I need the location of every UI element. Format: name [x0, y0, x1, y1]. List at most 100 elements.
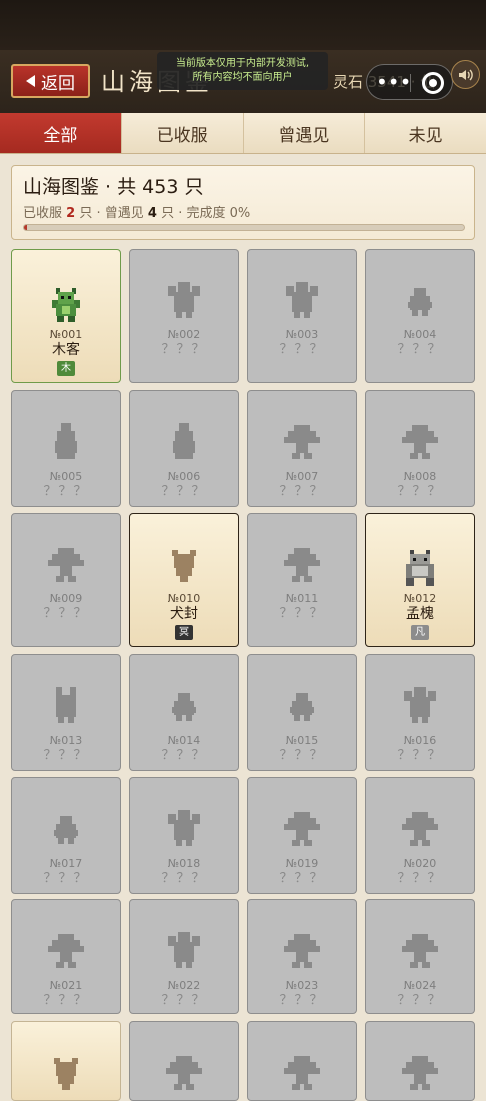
silhouette-winged-icon: [286, 282, 318, 318]
silhouette-tall-icon: [173, 423, 195, 459]
creature-card[interactable]: №011？？？: [247, 513, 357, 647]
silhouette-mushroom-icon: [284, 425, 320, 459]
creature-card[interactable]: №003？？？: [247, 249, 357, 383]
creature-number: №021: [49, 979, 83, 992]
creature-name: ？？？: [161, 484, 207, 499]
creature-name: ？？？: [279, 606, 325, 621]
creature-name: ？？？: [279, 484, 325, 499]
silhouette-small-icon: [172, 693, 196, 721]
silhouette-small-icon: [290, 693, 314, 721]
muke-sprite-icon: [52, 288, 80, 322]
creature-name: ？？？: [279, 871, 325, 886]
creature-name: ？？？: [43, 871, 89, 886]
creature-card[interactable]: №004？？？: [365, 249, 475, 383]
creature-number: №011: [285, 592, 319, 605]
creature-number: №024: [403, 979, 437, 992]
creature-card[interactable]: №024？？？: [365, 899, 475, 1014]
silhouette-eared-icon: [56, 687, 76, 723]
creature-number: №015: [285, 734, 319, 747]
creature-number: №023: [285, 979, 319, 992]
silhouette-mushroom-icon: [48, 934, 84, 968]
creature-name: ？？？: [43, 748, 89, 763]
creature-card[interactable]: №016？？？: [365, 654, 475, 771]
creature-card[interactable]: №001 木客木: [11, 249, 121, 383]
creature-card[interactable]: [129, 1021, 239, 1101]
creature-card[interactable]: [247, 1021, 357, 1101]
silhouette-mushroom-icon: [402, 934, 438, 968]
creature-card[interactable]: №008？？？: [365, 390, 475, 507]
creature-number: №020: [403, 857, 437, 870]
creature-number: №004: [403, 328, 437, 341]
silhouette-mushroom-icon: [402, 1056, 438, 1090]
menghuai-sprite-icon: [406, 550, 434, 586]
creature-card[interactable]: №023？？？: [247, 899, 357, 1014]
silhouette-winged-icon: [168, 932, 200, 968]
creature-card[interactable]: №002？？？: [129, 249, 239, 383]
silhouette-tall-icon: [55, 423, 77, 459]
creature-name: 孟槐: [406, 606, 434, 622]
creature-card[interactable]: [365, 1021, 475, 1101]
creature-name: ？？？: [161, 871, 207, 886]
creature-number: №013: [49, 734, 83, 747]
silhouette-small-icon: [54, 816, 78, 844]
creature-card[interactable]: №013？？？: [11, 654, 121, 771]
creature-number: №008: [403, 470, 437, 483]
creature-number: №012: [403, 592, 437, 605]
silhouette-mushroom-icon: [402, 425, 438, 459]
creature-number: №009: [49, 592, 83, 605]
creature-name: ？？？: [397, 993, 443, 1008]
creature-name: ？？？: [397, 484, 443, 499]
creature-card[interactable]: №010 犬封冥: [129, 513, 239, 647]
creature-name: ？？？: [161, 342, 207, 357]
creature-number: №007: [285, 470, 319, 483]
creature-card[interactable]: №007？？？: [247, 390, 357, 507]
element-badge: 木: [57, 361, 75, 376]
creature-name: 木客: [52, 342, 80, 358]
silhouette-winged-icon: [404, 687, 436, 723]
brown-silhouette-icon: [172, 550, 196, 582]
creature-card[interactable]: №020？？？: [365, 777, 475, 894]
creature-number: №006: [167, 470, 201, 483]
creature-name: ？？？: [43, 993, 89, 1008]
creature-grid: №001 木客木 №002？？？ №003？？？ №004？？？ №005？？？ №006？…: [0, 0, 486, 1101]
creature-number: №022: [167, 979, 201, 992]
silhouette-mushroom-icon: [284, 548, 320, 582]
creature-name: ？？？: [397, 871, 443, 886]
creature-name: ？？？: [279, 748, 325, 763]
creature-card[interactable]: [11, 1021, 121, 1101]
creature-number: №014: [167, 734, 201, 747]
creature-number: №002: [167, 328, 201, 341]
creature-card[interactable]: №022？？？: [129, 899, 239, 1014]
creature-name: ？？？: [397, 342, 443, 357]
creature-number: №010: [167, 592, 201, 605]
creature-card[interactable]: №015？？？: [247, 654, 357, 771]
creature-name: ？？？: [43, 484, 89, 499]
silhouette-mushroom-icon: [284, 934, 320, 968]
creature-name: ？？？: [397, 748, 443, 763]
creature-name: ？？？: [161, 748, 207, 763]
creature-name: 犬封: [170, 606, 198, 622]
silhouette-winged-icon: [168, 810, 200, 846]
creature-card[interactable]: №009？？？: [11, 513, 121, 647]
silhouette-mushroom-icon: [284, 1056, 320, 1090]
creature-card[interactable]: №019？？？: [247, 777, 357, 894]
creature-name: ？？？: [279, 342, 325, 357]
creature-card[interactable]: №012 孟槐凡: [365, 513, 475, 647]
creature-number: №001: [49, 328, 83, 341]
creature-number: №019: [285, 857, 319, 870]
creature-number: №005: [49, 470, 83, 483]
silhouette-mushroom-icon: [402, 812, 438, 846]
creature-name: ？？？: [161, 993, 207, 1008]
element-badge: 凡: [411, 625, 429, 640]
creature-card[interactable]: №017？？？: [11, 777, 121, 894]
silhouette-mushroom-icon: [284, 812, 320, 846]
creature-card[interactable]: №018？？？: [129, 777, 239, 894]
creature-name: ？？？: [279, 993, 325, 1008]
creature-card[interactable]: №006？？？: [129, 390, 239, 507]
creature-number: №017: [49, 857, 83, 870]
silhouette-winged-icon: [168, 282, 200, 318]
creature-number: №003: [285, 328, 319, 341]
creature-card[interactable]: №021？？？: [11, 899, 121, 1014]
creature-card[interactable]: №014？？？: [129, 654, 239, 771]
creature-card[interactable]: №005？？？: [11, 390, 121, 507]
